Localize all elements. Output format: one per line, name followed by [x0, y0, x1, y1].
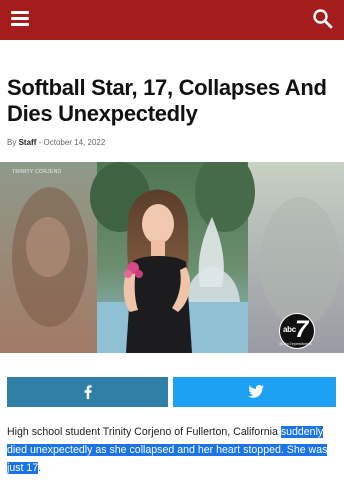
image-credit: TRINITY CORJENO [12, 169, 62, 175]
top-navigation-bar [0, 0, 344, 40]
byline-prefix: By [7, 138, 17, 147]
twitter-share-button[interactable] [173, 377, 336, 407]
facebook-share-button[interactable] [7, 377, 168, 407]
twitter-bird-icon [248, 385, 264, 398]
paragraph-text: High school student Trinity Corjeno of F… [7, 426, 278, 438]
article-title: Softball Star, 17, Collapses And Dies Un… [7, 75, 327, 126]
image-handle: @abc7eyewitness [279, 341, 312, 346]
article-paragraph: High school student Trinity Corjeno of F… [7, 423, 340, 477]
author-link[interactable]: Staff [19, 138, 37, 147]
paragraph-end: . [38, 462, 42, 474]
facebook-f-icon [84, 385, 92, 399]
byline: By Staff - October 14, 2022 [7, 138, 105, 147]
byline-separator: - [38, 138, 42, 147]
publish-date: October 14, 2022 [43, 138, 106, 147]
article-body: High school student Trinity Corjeno of F… [7, 423, 340, 477]
hamburger-menu-icon[interactable] [9, 8, 33, 32]
search-icon[interactable] [312, 8, 334, 30]
